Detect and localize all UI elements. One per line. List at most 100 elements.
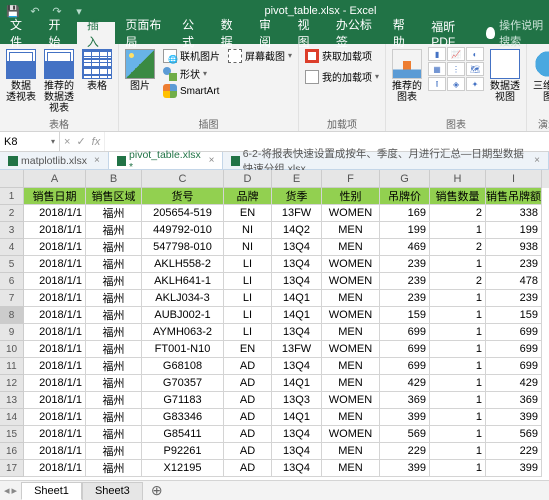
3d-map-button[interactable]: 三维地 图 [531,47,549,105]
cell[interactable]: 569 [380,426,430,443]
cell[interactable]: WOMEN [322,273,380,290]
cell[interactable]: AD [224,460,272,477]
sheet-next-icon[interactable]: ▸ [12,484,18,497]
cell[interactable]: 429 [486,375,542,392]
cell[interactable]: 699 [380,358,430,375]
get-addins-button[interactable]: 获取加载项 [303,47,381,64]
cell[interactable]: AD [224,392,272,409]
row-header[interactable]: 16 [0,443,24,460]
chevron-down-icon[interactable]: ▾ [51,137,55,146]
cell[interactable]: LI [224,273,272,290]
row-header[interactable]: 13 [0,392,24,409]
cell[interactable]: 福州 [86,375,142,392]
menu-tab-6[interactable]: 审阅 [249,22,287,44]
cell[interactable]: 469 [380,239,430,256]
cell[interactable]: NI [224,222,272,239]
cell[interactable]: 1 [430,375,486,392]
cell[interactable]: 449792-010 [142,222,224,239]
smartart-button[interactable]: SmartArt [161,83,222,99]
cell[interactable]: 1 [430,392,486,409]
cell[interactable]: AUBJ002-1 [142,307,224,324]
chart-map-icon[interactable]: 🗺 [466,62,484,76]
cell[interactable]: 13Q4 [272,324,322,341]
column-header[interactable]: G [380,170,430,188]
cell[interactable]: 2018/1/1 [24,324,86,341]
cell[interactable]: 1 [430,443,486,460]
cell[interactable]: 2018/1/1 [24,222,86,239]
online-pictures-button[interactable]: 联机图片 [161,47,222,64]
cell[interactable]: 229 [380,443,430,460]
cell[interactable]: MEN [322,358,380,375]
cell[interactable]: 14Q1 [272,375,322,392]
row-header[interactable]: 17 [0,460,24,477]
row-header[interactable]: 4 [0,239,24,256]
cell[interactable]: 369 [486,392,542,409]
cell[interactable]: 1 [430,256,486,273]
cell[interactable]: 福州 [86,307,142,324]
row-header[interactable]: 9 [0,324,24,341]
row-header[interactable]: 2 [0,205,24,222]
row-header[interactable]: 6 [0,273,24,290]
cell[interactable]: 159 [486,307,542,324]
cell[interactable]: 14Q1 [272,409,322,426]
cell[interactable]: 2 [430,239,486,256]
menu-tab-9[interactable]: 帮助 [383,22,421,44]
row-header[interactable]: 1 [0,188,24,205]
cell[interactable]: 2018/1/1 [24,358,86,375]
cell[interactable]: 429 [380,375,430,392]
cell[interactable]: 205654-519 [142,205,224,222]
cell[interactable]: MEN [322,239,380,256]
row-header[interactable]: 3 [0,222,24,239]
cell[interactable]: 1 [430,460,486,477]
cell[interactable]: 699 [380,341,430,358]
select-all-corner[interactable] [0,170,24,188]
cell[interactable]: 478 [486,273,542,290]
sheet-prev-icon[interactable]: ◂ [4,484,10,497]
cell[interactable]: 159 [380,307,430,324]
column-header[interactable]: F [322,170,380,188]
cell[interactable]: AKLJ034-3 [142,290,224,307]
cell[interactable]: WOMEN [322,307,380,324]
chart-pie-icon[interactable]: ◐ [466,47,484,61]
row-header[interactable]: 12 [0,375,24,392]
cell[interactable]: 569 [486,426,542,443]
chart-radar-icon[interactable]: ✦ [466,77,484,91]
cell[interactable]: 229 [486,443,542,460]
name-box[interactable]: K8▾ [0,132,60,151]
cell[interactable]: 699 [486,341,542,358]
close-icon[interactable]: × [209,155,215,166]
undo-icon[interactable]: ↶ [26,2,44,20]
recommended-pivot-button[interactable]: 推荐的 数据透视表 [42,47,76,116]
header-cell[interactable]: 货号 [142,188,224,205]
cell[interactable]: MEN [322,375,380,392]
cell[interactable]: 399 [486,409,542,426]
row-header[interactable]: 14 [0,409,24,426]
close-icon[interactable]: × [94,155,100,166]
row-header[interactable]: 11 [0,358,24,375]
workbook-tab[interactable]: matplotlib.xlsx× [0,152,109,169]
workbook-tab[interactable]: pivot_table.xlsx *× [109,152,224,169]
table-button[interactable]: 表格 [80,47,114,94]
my-addins-button[interactable]: 我的加载项▾ [303,68,381,85]
cell[interactable]: 1 [430,290,486,307]
cell[interactable]: EN [224,341,272,358]
cell[interactable]: X12195 [142,460,224,477]
cell[interactable]: 13Q4 [272,239,322,256]
cell[interactable]: 14Q1 [272,307,322,324]
cell[interactable]: G83346 [142,409,224,426]
cell[interactable]: WOMEN [322,426,380,443]
cell[interactable]: G85411 [142,426,224,443]
header-cell[interactable]: 吊牌价 [380,188,430,205]
cell[interactable]: WOMEN [322,341,380,358]
chart-scatter-icon[interactable]: ⋮ [447,62,465,76]
chart-surface-icon[interactable]: ◈ [447,77,465,91]
cell[interactable]: 239 [486,256,542,273]
tell-me-search[interactable]: 操作说明搜索 [486,22,549,44]
cell[interactable]: 239 [380,256,430,273]
cell[interactable]: WOMEN [322,256,380,273]
header-cell[interactable]: 销售区域 [86,188,142,205]
cell[interactable]: 2 [430,273,486,290]
cell[interactable]: 福州 [86,443,142,460]
cell[interactable]: P92261 [142,443,224,460]
pivot-chart-button[interactable]: 数据透视图 [488,47,522,105]
